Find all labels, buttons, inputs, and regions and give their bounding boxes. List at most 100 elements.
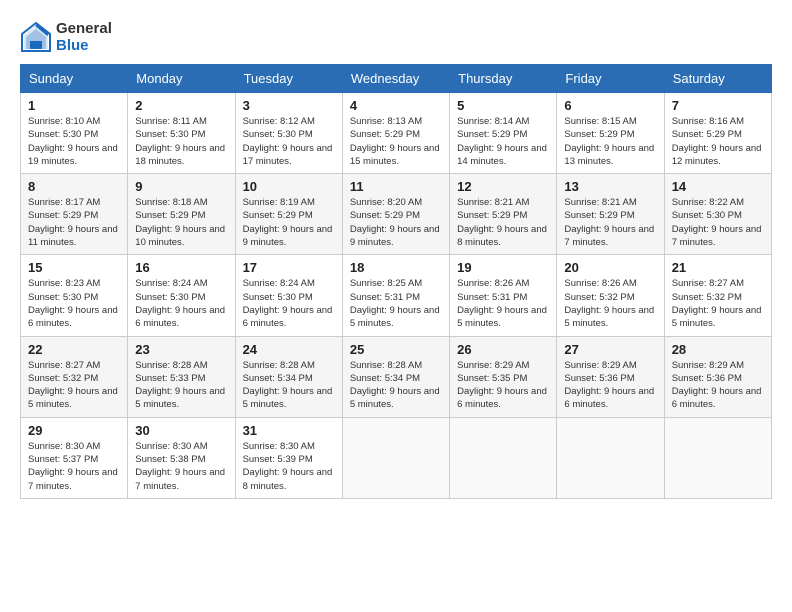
calendar-cell: 11 Sunrise: 8:20 AM Sunset: 5:29 PM Dayl… <box>342 174 449 255</box>
day-number: 20 <box>564 260 656 275</box>
day-info: Sunrise: 8:24 AM Sunset: 5:30 PM Dayligh… <box>135 277 227 330</box>
day-number: 5 <box>457 98 549 113</box>
day-info: Sunrise: 8:30 AM Sunset: 5:38 PM Dayligh… <box>135 440 227 493</box>
day-info: Sunrise: 8:25 AM Sunset: 5:31 PM Dayligh… <box>350 277 442 330</box>
day-number: 17 <box>243 260 335 275</box>
day-info: Sunrise: 8:28 AM Sunset: 5:34 PM Dayligh… <box>243 359 335 412</box>
calendar-cell: 7 Sunrise: 8:16 AM Sunset: 5:29 PM Dayli… <box>664 93 771 174</box>
day-number: 11 <box>350 179 442 194</box>
calendar-cell: 15 Sunrise: 8:23 AM Sunset: 5:30 PM Dayl… <box>21 255 128 336</box>
header-row: SundayMondayTuesdayWednesdayThursdayFrid… <box>21 65 772 93</box>
calendar-cell <box>450 417 557 498</box>
calendar-cell <box>342 417 449 498</box>
calendar-row: 29 Sunrise: 8:30 AM Sunset: 5:37 PM Dayl… <box>21 417 772 498</box>
day-info: Sunrise: 8:21 AM Sunset: 5:29 PM Dayligh… <box>564 196 656 249</box>
day-number: 18 <box>350 260 442 275</box>
day-number: 26 <box>457 342 549 357</box>
calendar-table: SundayMondayTuesdayWednesdayThursdayFrid… <box>20 64 772 499</box>
day-info: Sunrise: 8:16 AM Sunset: 5:29 PM Dayligh… <box>672 115 764 168</box>
calendar-cell <box>664 417 771 498</box>
day-info: Sunrise: 8:18 AM Sunset: 5:29 PM Dayligh… <box>135 196 227 249</box>
day-number: 10 <box>243 179 335 194</box>
calendar-cell: 3 Sunrise: 8:12 AM Sunset: 5:30 PM Dayli… <box>235 93 342 174</box>
day-info: Sunrise: 8:14 AM Sunset: 5:29 PM Dayligh… <box>457 115 549 168</box>
day-info: Sunrise: 8:17 AM Sunset: 5:29 PM Dayligh… <box>28 196 120 249</box>
day-info: Sunrise: 8:29 AM Sunset: 5:36 PM Dayligh… <box>564 359 656 412</box>
calendar-cell: 22 Sunrise: 8:27 AM Sunset: 5:32 PM Dayl… <box>21 336 128 417</box>
calendar-cell: 21 Sunrise: 8:27 AM Sunset: 5:32 PM Dayl… <box>664 255 771 336</box>
calendar-row: 1 Sunrise: 8:10 AM Sunset: 5:30 PM Dayli… <box>21 93 772 174</box>
day-number: 13 <box>564 179 656 194</box>
day-info: Sunrise: 8:12 AM Sunset: 5:30 PM Dayligh… <box>243 115 335 168</box>
day-number: 12 <box>457 179 549 194</box>
header-day-saturday: Saturday <box>664 65 771 93</box>
day-number: 19 <box>457 260 549 275</box>
day-info: Sunrise: 8:11 AM Sunset: 5:30 PM Dayligh… <box>135 115 227 168</box>
calendar-cell: 25 Sunrise: 8:28 AM Sunset: 5:34 PM Dayl… <box>342 336 449 417</box>
day-number: 24 <box>243 342 335 357</box>
logo-icon <box>20 21 52 53</box>
day-number: 4 <box>350 98 442 113</box>
calendar-cell: 31 Sunrise: 8:30 AM Sunset: 5:39 PM Dayl… <box>235 417 342 498</box>
day-number: 28 <box>672 342 764 357</box>
day-info: Sunrise: 8:26 AM Sunset: 5:32 PM Dayligh… <box>564 277 656 330</box>
day-number: 23 <box>135 342 227 357</box>
day-info: Sunrise: 8:30 AM Sunset: 5:39 PM Dayligh… <box>243 440 335 493</box>
day-info: Sunrise: 8:28 AM Sunset: 5:33 PM Dayligh… <box>135 359 227 412</box>
day-number: 15 <box>28 260 120 275</box>
calendar-cell: 10 Sunrise: 8:19 AM Sunset: 5:29 PM Dayl… <box>235 174 342 255</box>
calendar-cell: 18 Sunrise: 8:25 AM Sunset: 5:31 PM Dayl… <box>342 255 449 336</box>
calendar-cell: 1 Sunrise: 8:10 AM Sunset: 5:30 PM Dayli… <box>21 93 128 174</box>
day-info: Sunrise: 8:23 AM Sunset: 5:30 PM Dayligh… <box>28 277 120 330</box>
calendar-cell: 12 Sunrise: 8:21 AM Sunset: 5:29 PM Dayl… <box>450 174 557 255</box>
calendar-cell: 5 Sunrise: 8:14 AM Sunset: 5:29 PM Dayli… <box>450 93 557 174</box>
day-number: 1 <box>28 98 120 113</box>
header-day-friday: Friday <box>557 65 664 93</box>
day-number: 27 <box>564 342 656 357</box>
calendar-cell: 24 Sunrise: 8:28 AM Sunset: 5:34 PM Dayl… <box>235 336 342 417</box>
logo: General Blue <box>20 20 112 54</box>
calendar-cell: 28 Sunrise: 8:29 AM Sunset: 5:36 PM Dayl… <box>664 336 771 417</box>
header-day-thursday: Thursday <box>450 65 557 93</box>
day-info: Sunrise: 8:27 AM Sunset: 5:32 PM Dayligh… <box>28 359 120 412</box>
calendar-cell: 30 Sunrise: 8:30 AM Sunset: 5:38 PM Dayl… <box>128 417 235 498</box>
day-info: Sunrise: 8:24 AM Sunset: 5:30 PM Dayligh… <box>243 277 335 330</box>
calendar-cell: 8 Sunrise: 8:17 AM Sunset: 5:29 PM Dayli… <box>21 174 128 255</box>
calendar-cell: 23 Sunrise: 8:28 AM Sunset: 5:33 PM Dayl… <box>128 336 235 417</box>
calendar-row: 15 Sunrise: 8:23 AM Sunset: 5:30 PM Dayl… <box>21 255 772 336</box>
calendar-cell: 9 Sunrise: 8:18 AM Sunset: 5:29 PM Dayli… <box>128 174 235 255</box>
day-info: Sunrise: 8:29 AM Sunset: 5:35 PM Dayligh… <box>457 359 549 412</box>
day-info: Sunrise: 8:21 AM Sunset: 5:29 PM Dayligh… <box>457 196 549 249</box>
header-day-sunday: Sunday <box>21 65 128 93</box>
day-info: Sunrise: 8:22 AM Sunset: 5:30 PM Dayligh… <box>672 196 764 249</box>
calendar-cell: 2 Sunrise: 8:11 AM Sunset: 5:30 PM Dayli… <box>128 93 235 174</box>
day-number: 25 <box>350 342 442 357</box>
day-info: Sunrise: 8:28 AM Sunset: 5:34 PM Dayligh… <box>350 359 442 412</box>
calendar-cell: 29 Sunrise: 8:30 AM Sunset: 5:37 PM Dayl… <box>21 417 128 498</box>
calendar-cell <box>557 417 664 498</box>
calendar-cell: 17 Sunrise: 8:24 AM Sunset: 5:30 PM Dayl… <box>235 255 342 336</box>
logo-text: General Blue <box>56 20 112 54</box>
day-info: Sunrise: 8:26 AM Sunset: 5:31 PM Dayligh… <box>457 277 549 330</box>
header-day-tuesday: Tuesday <box>235 65 342 93</box>
header-day-wednesday: Wednesday <box>342 65 449 93</box>
header-day-monday: Monday <box>128 65 235 93</box>
day-number: 3 <box>243 98 335 113</box>
day-number: 7 <box>672 98 764 113</box>
day-info: Sunrise: 8:20 AM Sunset: 5:29 PM Dayligh… <box>350 196 442 249</box>
day-number: 2 <box>135 98 227 113</box>
page-header: General Blue <box>20 20 772 54</box>
calendar-row: 22 Sunrise: 8:27 AM Sunset: 5:32 PM Dayl… <box>21 336 772 417</box>
day-number: 6 <box>564 98 656 113</box>
day-info: Sunrise: 8:13 AM Sunset: 5:29 PM Dayligh… <box>350 115 442 168</box>
calendar-cell: 26 Sunrise: 8:29 AM Sunset: 5:35 PM Dayl… <box>450 336 557 417</box>
day-info: Sunrise: 8:15 AM Sunset: 5:29 PM Dayligh… <box>564 115 656 168</box>
day-number: 8 <box>28 179 120 194</box>
calendar-cell: 13 Sunrise: 8:21 AM Sunset: 5:29 PM Dayl… <box>557 174 664 255</box>
day-number: 21 <box>672 260 764 275</box>
day-number: 31 <box>243 423 335 438</box>
day-info: Sunrise: 8:19 AM Sunset: 5:29 PM Dayligh… <box>243 196 335 249</box>
calendar-cell: 4 Sunrise: 8:13 AM Sunset: 5:29 PM Dayli… <box>342 93 449 174</box>
day-info: Sunrise: 8:27 AM Sunset: 5:32 PM Dayligh… <box>672 277 764 330</box>
day-number: 9 <box>135 179 227 194</box>
